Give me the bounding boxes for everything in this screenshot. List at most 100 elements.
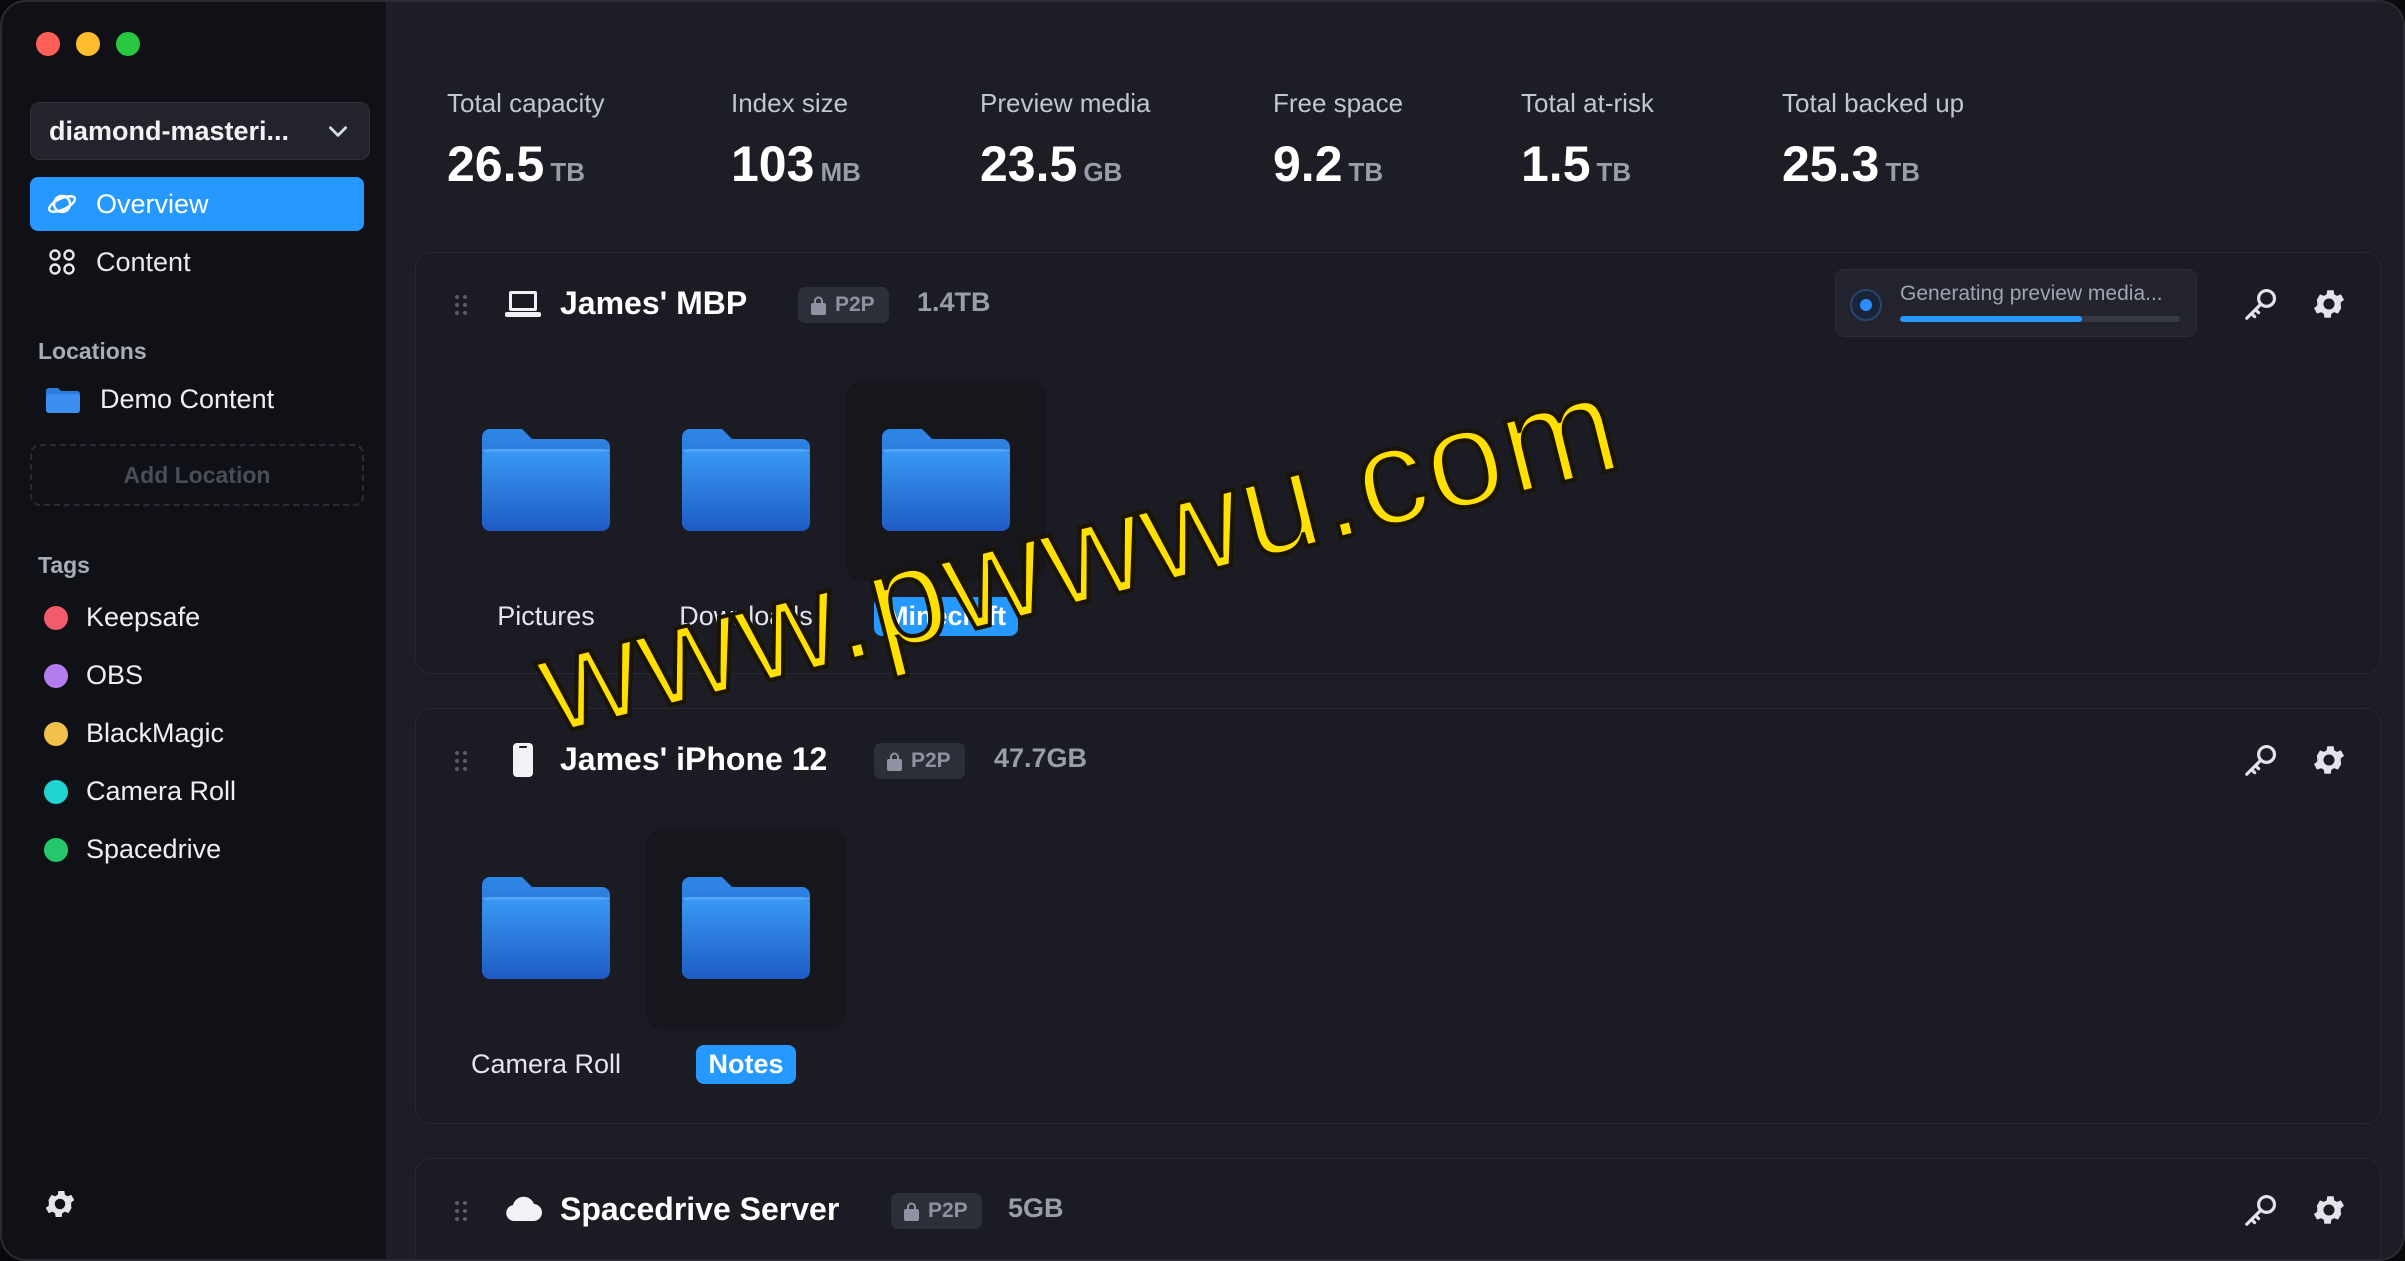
job-status[interactable]: Generating preview media... [1835,269,2197,337]
stat-total-at-risk: Total at-risk 1.5 TB [1521,88,1654,193]
device-card-james-iphone: James' iPhone 12 P2P 47.7GB Camera Roll … [415,708,2381,1124]
settings-gear-icon[interactable] [42,1186,78,1222]
device-name: James' MBP [560,285,748,321]
badge-label: P2P [911,749,951,772]
window-controls [36,32,140,56]
key-icon[interactable] [2242,1191,2280,1229]
folder-icon [682,877,810,979]
gear-icon[interactable] [2310,1191,2348,1229]
folder-icon [682,429,810,531]
phone-icon [513,743,533,777]
sidebar: diamond-masteri... Overview Content Loca… [2,2,387,1259]
tag-camera-roll[interactable]: Camera Roll [44,776,236,807]
device-name: Spacedrive Server [560,1191,840,1227]
device-size: 5GB [1008,1193,1064,1223]
nav-label: Overview [96,188,209,219]
stat-label: Total backed up [1782,88,1965,118]
stat-label: Index size [731,88,849,118]
lock-icon [904,1202,919,1221]
nav-content[interactable]: Content [30,235,364,289]
lock-icon [887,752,902,771]
stat-total-backed-up: Total backed up 25.3 TB [1782,88,1964,193]
lock-icon [811,296,826,315]
stat-unit: TB [1596,157,1632,187]
tag-color-dot [44,663,68,688]
folder-icon [482,429,610,531]
stat-value: 103 [731,136,815,192]
tag-color-dot [44,837,68,862]
job-spinner-icon [1850,289,1882,321]
stat-label: Total at-risk [1521,88,1654,118]
stat-label: Total capacity [447,88,605,118]
app-window: diamond-masteri... Overview Content Loca… [0,0,2405,1261]
minimize-window-button[interactable] [76,32,100,56]
device-size: 1.4TB [917,287,991,317]
library-name: diamond-masteri... [49,115,290,146]
chevron-down-icon [329,126,347,137]
tag-label: Spacedrive [86,834,222,864]
stat-free-space: Free space 9.2 TB [1273,88,1403,193]
stat-unit: TB [1348,157,1384,187]
stat-unit: GB [1083,157,1123,187]
key-icon[interactable] [2242,741,2280,779]
stat-value: 9.2 [1273,136,1343,192]
gear-icon[interactable] [2310,285,2348,323]
tag-label: BlackMagic [86,718,225,748]
laptop-icon [505,291,541,317]
stat-label: Free space [1273,88,1404,118]
folder-camera-roll[interactable]: Camera Roll [446,829,646,1084]
tag-spacedrive[interactable]: Spacedrive [44,834,221,865]
drag-handle-icon[interactable] [454,293,468,317]
device-size: 47.7GB [994,743,1088,773]
stat-value: 1.5 [1521,136,1591,192]
planet-icon [47,194,77,214]
location-label: Demo Content [100,384,275,414]
folder-notes[interactable]: Notes [646,829,846,1084]
folder-label: Camera Roll [470,1049,622,1079]
grid-icon [49,249,75,275]
tag-color-dot [44,721,68,746]
nav-overview[interactable]: Overview [30,177,364,231]
tag-obs[interactable]: OBS [44,660,143,691]
folder-icon [482,877,610,979]
stat-index-size: Index size 103 MB [731,88,861,193]
cloud-icon [506,1196,542,1222]
close-window-button[interactable] [36,32,60,56]
add-location-button[interactable]: Add Location [30,444,364,506]
stat-value: 26.5 [447,136,545,192]
folder-icon [46,387,80,413]
tag-color-dot [44,779,68,804]
tag-blackmagic[interactable]: BlackMagic [44,718,224,749]
stat-unit: TB [1885,157,1920,187]
tag-keepsafe[interactable]: Keepsafe [44,602,200,633]
drag-handle-icon[interactable] [454,749,468,773]
nav-label: Content [96,246,191,277]
zoom-window-button[interactable] [116,32,140,56]
stat-label: Preview media [980,88,1151,118]
badge-label: P2P [928,1199,968,1222]
stat-value: 25.3 [1782,136,1880,192]
p2p-badge: P2P [798,287,889,323]
tags-heading: Tags [38,552,90,578]
job-text: Generating preview media... [1900,282,2163,305]
tag-label: OBS [86,660,144,690]
stat-unit: MB [820,157,861,187]
tag-label: Keepsafe [86,602,201,632]
p2p-badge: P2P [874,743,965,779]
library-selector[interactable]: diamond-masteri... [30,102,370,160]
drag-handle-icon[interactable] [454,1199,468,1223]
p2p-badge: P2P [891,1193,982,1229]
folder-label: Notes [696,1045,796,1084]
job-progress-bar [1900,316,2180,322]
tag-label: Camera Roll [86,776,237,806]
stat-total-capacity: Total capacity 26.5 TB [447,88,605,193]
location-demo-content[interactable]: Demo Content [44,384,274,415]
gear-icon[interactable] [2310,741,2348,779]
stat-preview-media: Preview media 23.5 GB [980,88,1151,193]
job-progress-fill [1900,316,2082,322]
stat-unit: TB [550,157,585,187]
device-card-spacedrive-server: Spacedrive Server P2P 5GB [415,1158,2381,1259]
locations-heading: Locations [38,338,147,364]
badge-label: P2P [835,293,875,316]
key-icon[interactable] [2242,285,2280,323]
